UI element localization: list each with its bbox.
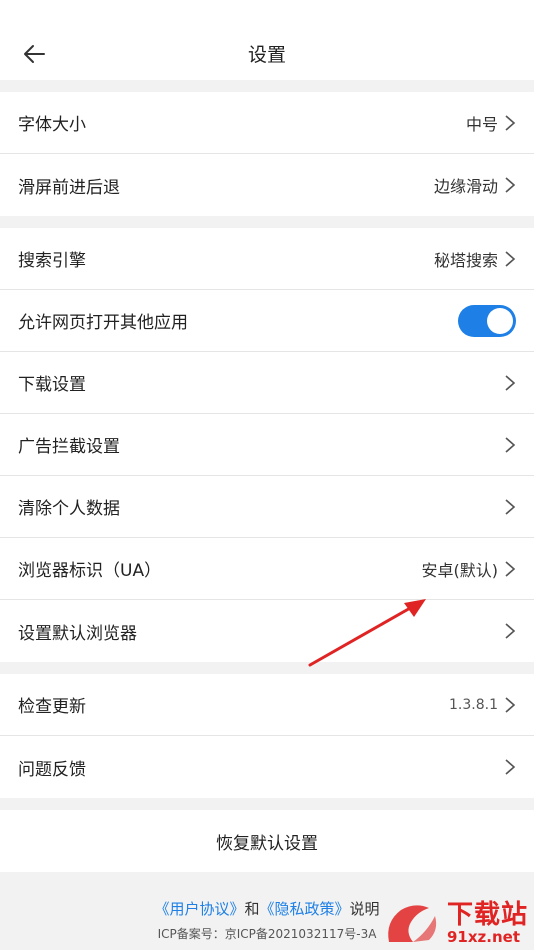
allow-open-apps-label: 允许网页打开其他应用 <box>18 313 188 333</box>
reset-defaults-label: 恢复默认设置 <box>216 833 318 854</box>
settings-group-browser: 搜索引擎 秘塔搜索 允许网页打开其他应用 下载设置 广告拦截设置 清除个人数据 … <box>0 228 534 662</box>
font-size-row[interactable]: 字体大小 中号 <box>0 92 534 154</box>
chevron-right-icon <box>505 498 516 515</box>
check-update-row[interactable]: 检查更新 1.3.8.1 <box>0 674 534 736</box>
chevron-right-icon <box>505 114 516 131</box>
allow-open-apps-row: 允许网页打开其他应用 <box>0 290 534 352</box>
font-size-label: 字体大小 <box>18 115 86 135</box>
user-agent-row[interactable]: 浏览器标识（UA） 安卓(默认) <box>0 538 534 600</box>
chevron-right-icon <box>505 696 516 713</box>
page-title: 设置 <box>247 43 286 66</box>
back-button[interactable] <box>18 38 50 70</box>
check-update-label: 检查更新 <box>18 697 86 717</box>
watermark: 下载站 91xz.net <box>383 901 528 946</box>
search-engine-row[interactable]: 搜索引擎 秘塔搜索 <box>0 228 534 290</box>
chevron-right-icon <box>505 759 516 775</box>
search-engine-value: 秘塔搜索 <box>433 250 498 270</box>
privacy-policy-link[interactable]: 《隐私政策》 <box>260 900 350 918</box>
ad-block-settings-row[interactable]: 广告拦截设置 <box>0 414 534 476</box>
user-agent-label: 浏览器标识（UA） <box>18 561 162 581</box>
chevron-right-icon <box>505 560 516 577</box>
footer-and-text: 和 <box>244 900 260 918</box>
font-size-value: 中号 <box>465 114 498 134</box>
reset-defaults-button[interactable]: 恢复默认设置 <box>0 810 534 872</box>
chevron-right-icon <box>505 250 516 267</box>
arrow-left-icon <box>24 45 45 63</box>
watermark-logo-icon <box>388 904 437 942</box>
search-engine-label: 搜索引擎 <box>18 251 86 271</box>
chevron-right-icon <box>505 623 516 639</box>
footer-explain-text: 说明 <box>349 900 380 918</box>
allow-open-apps-toggle[interactable] <box>458 304 516 337</box>
user-agent-value: 安卓(默认) <box>421 560 499 580</box>
version-value: 1.3.8.1 <box>449 696 498 713</box>
download-settings-row[interactable]: 下载设置 <box>0 352 534 414</box>
swipe-nav-label: 滑屏前进后退 <box>18 177 120 198</box>
ad-block-settings-label: 广告拦截设置 <box>18 437 120 457</box>
chevron-right-icon <box>505 374 516 391</box>
chevron-right-icon <box>505 177 516 193</box>
user-agreement-link[interactable]: 《用户协议》 <box>154 900 244 918</box>
settings-group-about: 检查更新 1.3.8.1 问题反馈 <box>0 674 534 798</box>
default-browser-row[interactable]: 设置默认浏览器 <box>0 600 534 662</box>
chevron-right-icon <box>505 436 516 453</box>
feedback-label: 问题反馈 <box>18 759 86 780</box>
watermark-url: 91xz.net <box>446 928 520 946</box>
swipe-nav-row[interactable]: 滑屏前进后退 边缘滑动 <box>0 154 534 216</box>
swipe-nav-value: 边缘滑动 <box>433 177 498 196</box>
download-settings-label: 下载设置 <box>18 375 86 395</box>
header-bar: 设置 <box>0 0 534 80</box>
clear-data-label: 清除个人数据 <box>18 499 120 519</box>
feedback-row[interactable]: 问题反馈 <box>0 736 534 798</box>
default-browser-label: 设置默认浏览器 <box>18 623 137 644</box>
watermark-title: 下载站 <box>446 900 528 930</box>
settings-group-display: 字体大小 中号 滑屏前进后退 边缘滑动 <box>0 92 534 216</box>
clear-data-row[interactable]: 清除个人数据 <box>0 476 534 538</box>
toggle-knob <box>487 307 513 334</box>
